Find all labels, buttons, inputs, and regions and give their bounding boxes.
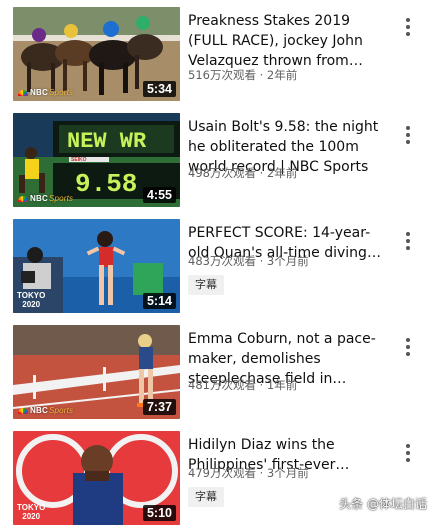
video-thumbnail[interactable]: TOKYO 2020 5:10 xyxy=(13,431,180,525)
more-vert-icon[interactable] xyxy=(400,229,416,253)
video-item[interactable]: NEW WR 9.58 SEIKO NBCSports 4:55 Usain B… xyxy=(0,113,433,209)
video-item[interactable]: TOKYO 2020 5:10 Hidilyn Diaz wins the Phi… xyxy=(0,431,433,527)
svg-text:NEW WR: NEW WR xyxy=(67,129,147,154)
svg-text:SEIKO: SEIKO xyxy=(71,157,87,163)
upload-age: 2年前 xyxy=(266,166,298,180)
meta-separator: · xyxy=(259,166,264,180)
upload-age: 1年前 xyxy=(266,378,298,392)
meta-separator: · xyxy=(259,378,264,392)
video-thumbnail[interactable]: NEW WR 9.58 SEIKO NBCSports 4:55 xyxy=(13,113,180,207)
video-item[interactable]: NBCSports 7:37 Emma Coburn, not a pace-m… xyxy=(0,325,433,421)
video-duration: 7:37 xyxy=(142,399,176,415)
video-meta: 516万次观看 · 2年前 xyxy=(188,67,398,83)
video-item[interactable]: TOKYO 2020 5:14 PERFECT SCORE: 14-year-ol… xyxy=(0,219,433,315)
video-meta: 498万次观看 · 2年前 xyxy=(188,165,398,181)
tokyo-logo: TOKYO 2020 xyxy=(17,291,46,309)
video-duration: 5:34 xyxy=(142,81,176,97)
upload-age: 3个月前 xyxy=(266,254,309,268)
more-vert-icon[interactable] xyxy=(400,15,416,39)
view-count: 481万次观看 xyxy=(188,378,256,392)
svg-text:9.58: 9.58 xyxy=(75,169,137,199)
video-title[interactable]: Preakness Stakes 2019 (FULL RACE), jocke… xyxy=(188,11,388,71)
view-count: 483万次观看 xyxy=(188,254,256,268)
video-thumbnail[interactable]: NBCSports 7:37 xyxy=(13,325,180,419)
upload-age: 2年前 xyxy=(266,68,298,82)
video-duration: 4:55 xyxy=(142,187,176,203)
meta-separator: · xyxy=(259,254,264,268)
video-meta: 483万次观看 · 3个月前 xyxy=(188,253,398,269)
captions-badge: 字幕 xyxy=(188,275,224,295)
more-vert-icon[interactable] xyxy=(400,441,416,465)
video-duration: 5:14 xyxy=(142,293,176,309)
video-thumbnail[interactable]: TOKYO 2020 5:14 xyxy=(13,219,180,313)
tokyo-logo: TOKYO 2020 xyxy=(17,503,46,521)
view-count: 479万次观看 xyxy=(188,466,256,480)
nbc-sports-logo: NBCSports xyxy=(18,88,73,97)
video-meta: 479万次观看 · 3个月前 xyxy=(188,465,398,481)
captions-badge: 字幕 xyxy=(188,487,224,507)
video-item[interactable]: NBCSports 5:34 Preakness Stakes 2019 (FU… xyxy=(0,7,433,103)
view-count: 498万次观看 xyxy=(188,166,256,180)
upload-age: 3个月前 xyxy=(266,466,309,480)
meta-separator: · xyxy=(259,68,264,82)
video-meta: 481万次观看 · 1年前 xyxy=(188,377,398,393)
nbc-sports-logo: NBCSports xyxy=(18,194,73,203)
meta-separator: · xyxy=(259,466,264,480)
more-vert-icon[interactable] xyxy=(400,123,416,147)
nbc-sports-logo: NBCSports xyxy=(18,406,73,415)
watermark: 头条 @体坛白话 xyxy=(339,497,427,511)
view-count: 516万次观看 xyxy=(188,68,256,82)
video-duration: 5:10 xyxy=(142,505,176,521)
more-vert-icon[interactable] xyxy=(400,335,416,359)
video-thumbnail[interactable]: NBCSports 5:34 xyxy=(13,7,180,101)
